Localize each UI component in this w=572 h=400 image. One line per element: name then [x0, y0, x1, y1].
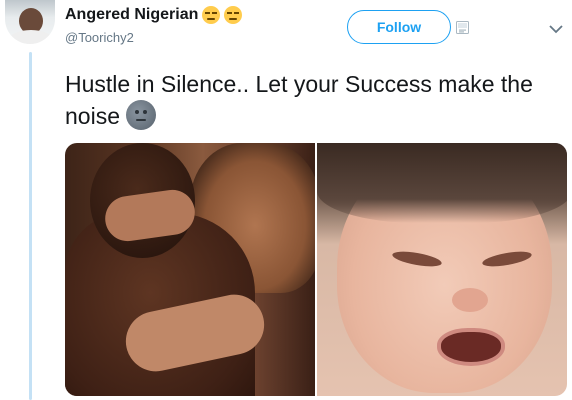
- media-grid: [65, 143, 567, 396]
- couple-hugging-photo[interactable]: [65, 143, 315, 396]
- follow-button[interactable]: Follow: [347, 10, 451, 44]
- photo-baby-nose: [452, 288, 488, 312]
- thread-line: [29, 52, 32, 400]
- tweet-card: Angered Nigerian @Toorichy2 Follow Hustl…: [0, 0, 572, 400]
- unamused-face-icon: [202, 6, 221, 24]
- display-name[interactable]: Angered Nigerian: [65, 6, 198, 24]
- crying-baby-photo[interactable]: [317, 143, 567, 396]
- new-moon-face-icon: [125, 100, 156, 130]
- photo-baby-mouth: [437, 328, 505, 366]
- photo-baby-eye-right: [481, 248, 533, 270]
- tweet-text: Hustle in Silence.. Let your Success mak…: [65, 68, 565, 132]
- user-handle[interactable]: @Toorichy2: [65, 30, 134, 45]
- photo-baby-hair: [317, 143, 567, 223]
- avatar[interactable]: [5, 0, 55, 44]
- name-row: Angered Nigerian: [65, 6, 243, 24]
- avatar-clothing: [9, 30, 53, 44]
- unamused-face-icon: [224, 6, 243, 24]
- add-user-icon[interactable]: [456, 21, 469, 34]
- photo-baby-eye-left: [391, 248, 443, 270]
- chevron-down-icon[interactable]: [549, 24, 563, 34]
